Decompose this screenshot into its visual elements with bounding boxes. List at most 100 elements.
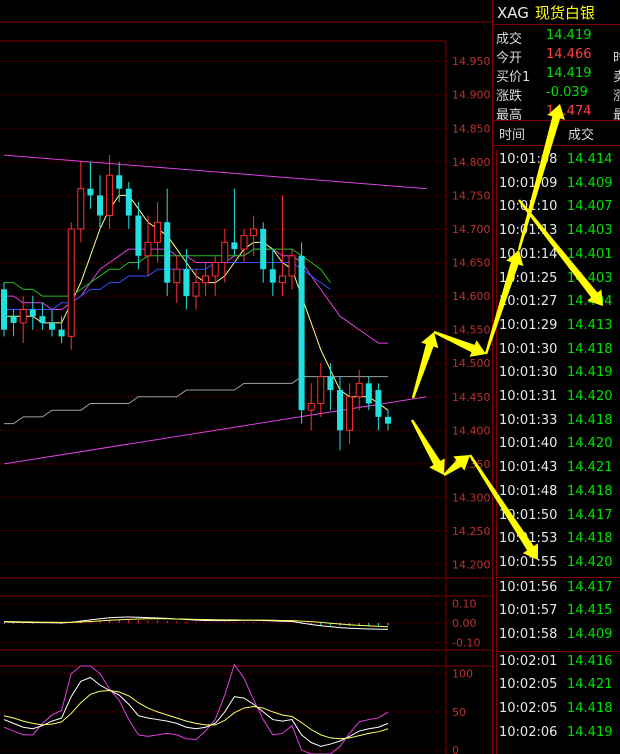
- tick-time: 10:01:27: [499, 294, 558, 310]
- tick-price: 14.409: [567, 627, 613, 642]
- y-tick-label: 14.900: [452, 89, 491, 102]
- tick-time: 10:01:30: [499, 341, 558, 357]
- tick-time: 10:02:05: [499, 677, 558, 693]
- symbol-code: XAG: [497, 4, 529, 22]
- candle-body: [231, 242, 238, 250]
- candle-body: [58, 329, 65, 337]
- candle-body: [385, 416, 391, 424]
- quote-value: 14.474: [546, 104, 592, 119]
- candle-body: [77, 188, 85, 230]
- tick-price: 14.418: [567, 701, 613, 717]
- kdj-j-line: [3, 663, 389, 754]
- candle-body: [355, 382, 363, 398]
- quote-trail: 涨: [613, 89, 620, 104]
- candle-body: [278, 275, 286, 284]
- tick-price: 14.401: [567, 246, 613, 262]
- tick-time: 10:01:53: [499, 531, 558, 547]
- kdj-tick-label: 100: [452, 668, 473, 681]
- tick-price: 14.413: [567, 317, 613, 333]
- quote-label: 买价1: [496, 70, 531, 85]
- tick-time: 10:01:33: [499, 412, 558, 428]
- tick-price: 14.418: [567, 412, 613, 428]
- trend-line: [3, 396, 427, 465]
- candle-body: [288, 255, 296, 277]
- tick-price: 14.414: [567, 152, 613, 167]
- quote-value: 14.419: [546, 28, 592, 43]
- tick-time: 10:01:31: [499, 389, 558, 404]
- tick-time: 10:01:08: [499, 152, 558, 167]
- quote-trail: 卖: [613, 70, 620, 85]
- y-tick-label: 14.550: [452, 324, 491, 337]
- tick-time: 10:02:05: [499, 701, 558, 717]
- tick-time: 10:01:43: [499, 460, 558, 476]
- quote-trail: 时: [613, 51, 620, 66]
- candle-body: [317, 376, 325, 404]
- candle-body: [106, 174, 114, 217]
- tick-time: 10:01:50: [499, 507, 558, 523]
- quote-value: 14.419: [546, 66, 592, 81]
- candle-body: [307, 402, 315, 411]
- candle-body: [375, 390, 382, 417]
- y-tick-label: 14.300: [452, 491, 491, 504]
- candle-body: [183, 269, 190, 297]
- divider: [493, 145, 620, 146]
- tick-price: 14.407: [567, 199, 613, 215]
- tick-price: 14.403: [567, 270, 613, 286]
- tick-time: 10:01:30: [499, 365, 558, 381]
- tick-time: 10:01:48: [499, 483, 558, 499]
- y-tick-label: 14.800: [452, 156, 491, 169]
- tick-time: 10:01:56: [499, 579, 558, 595]
- y-tick-label: 14.250: [452, 525, 491, 538]
- candle-body: [240, 235, 248, 250]
- candle-body: [19, 309, 27, 324]
- macd-tick-label: -0.10: [452, 636, 480, 649]
- quote-panel: XAG 现货白银 成交 14.419 今开 14.466 时买价1 14.419 卖涨跌 -0.…: [492, 0, 620, 754]
- tick-price: 14.418: [567, 531, 613, 547]
- macd-tick-label: 0.10: [452, 598, 477, 611]
- candle-body: [269, 269, 276, 283]
- y-tick-label: 14.200: [452, 559, 491, 572]
- candle-body: [1, 289, 7, 330]
- y-tick-label: 14.450: [452, 391, 491, 404]
- candle-body: [10, 316, 17, 323]
- tick-time: 10:02:01: [499, 653, 558, 669]
- candle-body: [173, 268, 181, 284]
- tick-time: 10:01:13: [499, 223, 558, 239]
- quote-label: 今开: [496, 51, 523, 66]
- candle-body: [39, 316, 46, 323]
- candle-body: [221, 241, 229, 264]
- column-divider: [496, 150, 497, 754]
- divider: [493, 24, 620, 25]
- tick-price: 14.416: [567, 653, 613, 669]
- tick-price: 14.421: [567, 460, 613, 476]
- trend-line: [3, 154, 427, 190]
- kdj-tick-label: 0: [452, 744, 459, 754]
- candle-body: [67, 228, 75, 337]
- candle-body: [365, 383, 372, 404]
- tick-time: 10:01:25: [499, 270, 558, 286]
- candle-body: [202, 275, 210, 284]
- candle-body: [29, 309, 36, 317]
- kdj-d-line: [3, 689, 389, 740]
- tick-price: 14.417: [567, 507, 613, 523]
- candle-body: [346, 396, 354, 431]
- candle-body: [337, 390, 343, 431]
- candle-body: [327, 376, 334, 391]
- candle-body: [135, 215, 142, 256]
- header-trade: 成交: [568, 128, 595, 143]
- tick-time: 10:01:40: [499, 436, 558, 452]
- tick-time: 10:01:58: [499, 627, 558, 642]
- candle-body: [154, 221, 162, 243]
- candle-body: [192, 282, 200, 297]
- tick-price: 14.420: [567, 554, 613, 570]
- tick-time: 10:01:09: [499, 175, 558, 191]
- candle-body: [97, 195, 103, 216]
- tick-time: 10:01:57: [499, 603, 558, 619]
- tick-price: 14.418: [567, 341, 613, 357]
- candle-body: [211, 262, 219, 277]
- candle-body: [260, 228, 267, 270]
- y-tick-label: 14.650: [452, 257, 491, 270]
- tick-price: 14.419: [567, 365, 613, 381]
- tick-time: 10:01:10: [499, 199, 558, 215]
- tick-price: 14.415: [567, 603, 613, 619]
